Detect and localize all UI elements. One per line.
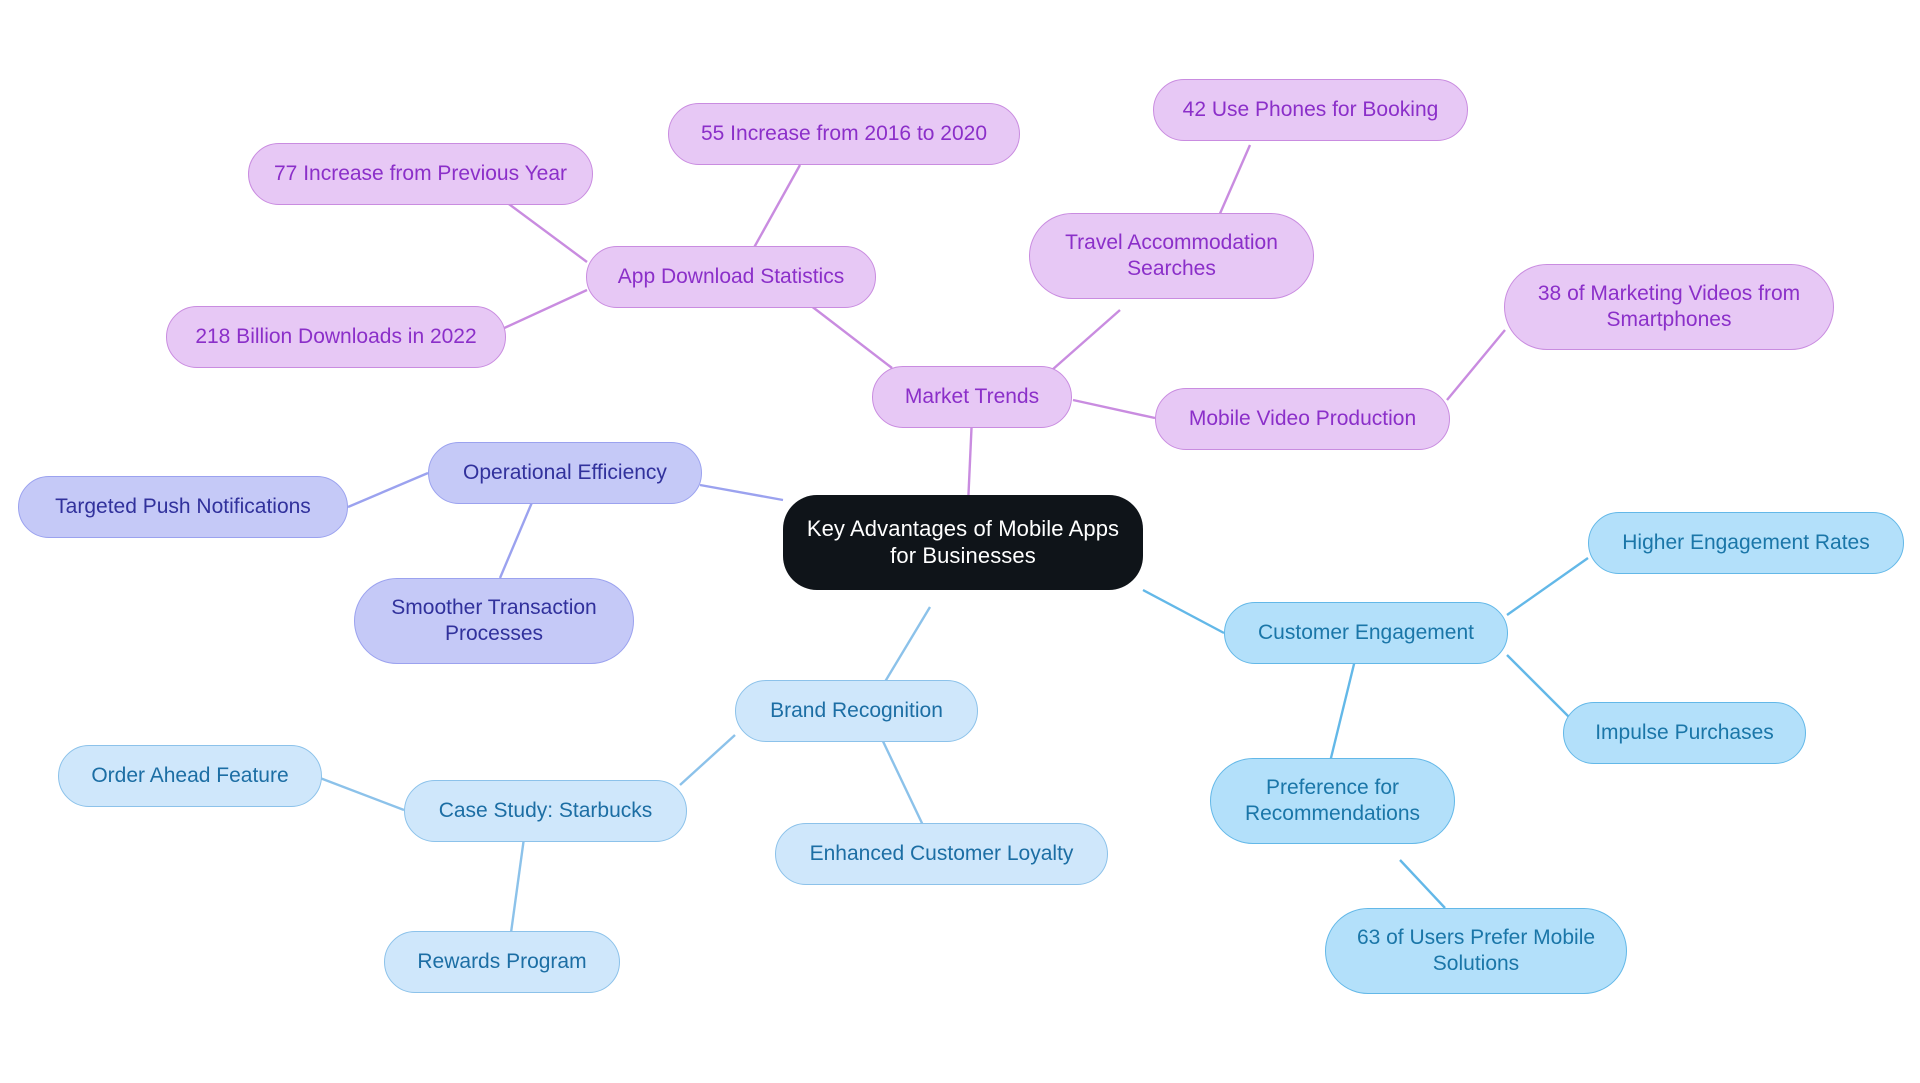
edge-app-download-increase-2016-2020 bbox=[749, 164, 802, 254]
node-increase-previous-year[interactable]: 77 Increase from Previous Year bbox=[248, 143, 593, 205]
node-root[interactable]: Key Advantages of Mobile Apps for Busine… bbox=[783, 495, 1143, 590]
edge-root-market-trends bbox=[966, 416, 974, 506]
node-users-prefer-mobile[interactable]: 63 of Users Prefer Mobile Solutions bbox=[1325, 908, 1627, 994]
node-preference-recommendations-label: Preference for Recommendations bbox=[1244, 776, 1421, 825]
node-app-download-statistics-label: App Download Statistics bbox=[617, 265, 845, 289]
node-app-download-statistics[interactable]: App Download Statistics bbox=[586, 246, 876, 308]
node-order-ahead-feature-label: Order Ahead Feature bbox=[91, 764, 289, 788]
node-marketing-videos-smartphones-label: 38 of Marketing Videos from Smartphones bbox=[1537, 282, 1801, 331]
node-smoother-transaction-processes[interactable]: Smoother Transaction Processes bbox=[354, 578, 634, 664]
node-use-phones-booking-label: 42 Use Phones for Booking bbox=[1182, 98, 1439, 122]
edge-case-study-rewards-program bbox=[508, 837, 526, 941]
node-brand-recognition-label: Brand Recognition bbox=[770, 699, 943, 723]
edge-market-trends-mobile-video-production bbox=[1072, 398, 1156, 420]
node-case-study-starbucks[interactable]: Case Study: Starbucks bbox=[404, 780, 687, 842]
node-market-trends[interactable]: Market Trends bbox=[872, 366, 1072, 428]
node-order-ahead-feature[interactable]: Order Ahead Feature bbox=[58, 745, 322, 807]
node-increase-2016-2020-label: 55 Increase from 2016 to 2020 bbox=[700, 122, 988, 146]
node-increase-2016-2020[interactable]: 55 Increase from 2016 to 2020 bbox=[668, 103, 1020, 165]
node-customer-engagement-label: Customer Engagement bbox=[1258, 621, 1474, 645]
edge-market-trends-travel-accommodation bbox=[1051, 309, 1121, 371]
node-preference-recommendations[interactable]: Preference for Recommendations bbox=[1210, 758, 1455, 844]
node-targeted-push-notifications[interactable]: Targeted Push Notifications bbox=[18, 476, 348, 538]
edge-engagement-preference-recommendations bbox=[1328, 659, 1357, 763]
node-impulse-purchases[interactable]: Impulse Purchases bbox=[1563, 702, 1806, 764]
node-enhanced-customer-loyalty-label: Enhanced Customer Loyalty bbox=[809, 842, 1074, 866]
node-higher-engagement-rates-label: Higher Engagement Rates bbox=[1622, 531, 1870, 555]
edge-root-brand-recognition bbox=[878, 606, 932, 691]
node-billion-downloads-2022[interactable]: 218 Billion Downloads in 2022 bbox=[166, 306, 506, 368]
node-marketing-videos-smartphones[interactable]: 38 of Marketing Videos from Smartphones bbox=[1504, 264, 1834, 350]
edge-brand-case-study bbox=[679, 734, 736, 786]
edge-operational-targeted-push bbox=[347, 471, 429, 509]
node-rewards-program-label: Rewards Program bbox=[417, 950, 587, 974]
node-mobile-video-production[interactable]: Mobile Video Production bbox=[1155, 388, 1450, 450]
node-higher-engagement-rates[interactable]: Higher Engagement Rates bbox=[1588, 512, 1904, 574]
node-use-phones-booking[interactable]: 42 Use Phones for Booking bbox=[1153, 79, 1468, 141]
mind-map-canvas: Key Advantages of Mobile Apps for Busine… bbox=[0, 0, 1920, 1083]
node-travel-accommodation-searches[interactable]: Travel Accommodation Searches bbox=[1029, 213, 1314, 299]
node-operational-efficiency[interactable]: Operational Efficiency bbox=[428, 442, 702, 504]
node-operational-efficiency-label: Operational Efficiency bbox=[463, 461, 667, 485]
node-targeted-push-notifications-label: Targeted Push Notifications bbox=[55, 495, 311, 519]
edge-preference-users-prefer-mobile bbox=[1399, 859, 1446, 909]
edge-root-operational-efficiency bbox=[699, 483, 784, 502]
edge-operational-smoother-transaction bbox=[498, 499, 535, 579]
node-rewards-program[interactable]: Rewards Program bbox=[384, 931, 620, 993]
node-root-label: Key Advantages of Mobile Apps for Busine… bbox=[806, 515, 1120, 568]
node-market-trends-label: Market Trends bbox=[904, 385, 1040, 409]
node-mobile-video-production-label: Mobile Video Production bbox=[1188, 407, 1417, 431]
edge-app-download-billion-downloads bbox=[499, 288, 588, 332]
node-brand-recognition[interactable]: Brand Recognition bbox=[735, 680, 978, 742]
edge-mobile-video-marketing-videos bbox=[1446, 329, 1506, 401]
node-impulse-purchases-label: Impulse Purchases bbox=[1595, 721, 1774, 745]
node-travel-accommodation-searches-label: Travel Accommodation Searches bbox=[1065, 231, 1278, 280]
edge-engagement-higher-rates bbox=[1506, 557, 1589, 616]
node-case-study-starbucks-label: Case Study: Starbucks bbox=[438, 799, 653, 823]
edge-engagement-impulse-purchases bbox=[1506, 654, 1571, 719]
node-smoother-transaction-processes-label: Smoother Transaction Processes bbox=[391, 596, 597, 645]
edge-case-study-order-ahead bbox=[319, 776, 405, 812]
node-enhanced-customer-loyalty[interactable]: Enhanced Customer Loyalty bbox=[775, 823, 1108, 885]
node-customer-engagement[interactable]: Customer Engagement bbox=[1224, 602, 1508, 664]
edge-market-trends-app-download-statistics bbox=[809, 304, 893, 369]
node-increase-previous-year-label: 77 Increase from Previous Year bbox=[274, 162, 567, 186]
node-billion-downloads-2022-label: 218 Billion Downloads in 2022 bbox=[195, 325, 477, 349]
node-users-prefer-mobile-label: 63 of Users Prefer Mobile Solutions bbox=[1356, 926, 1596, 975]
edge-root-customer-engagement bbox=[1142, 588, 1225, 635]
